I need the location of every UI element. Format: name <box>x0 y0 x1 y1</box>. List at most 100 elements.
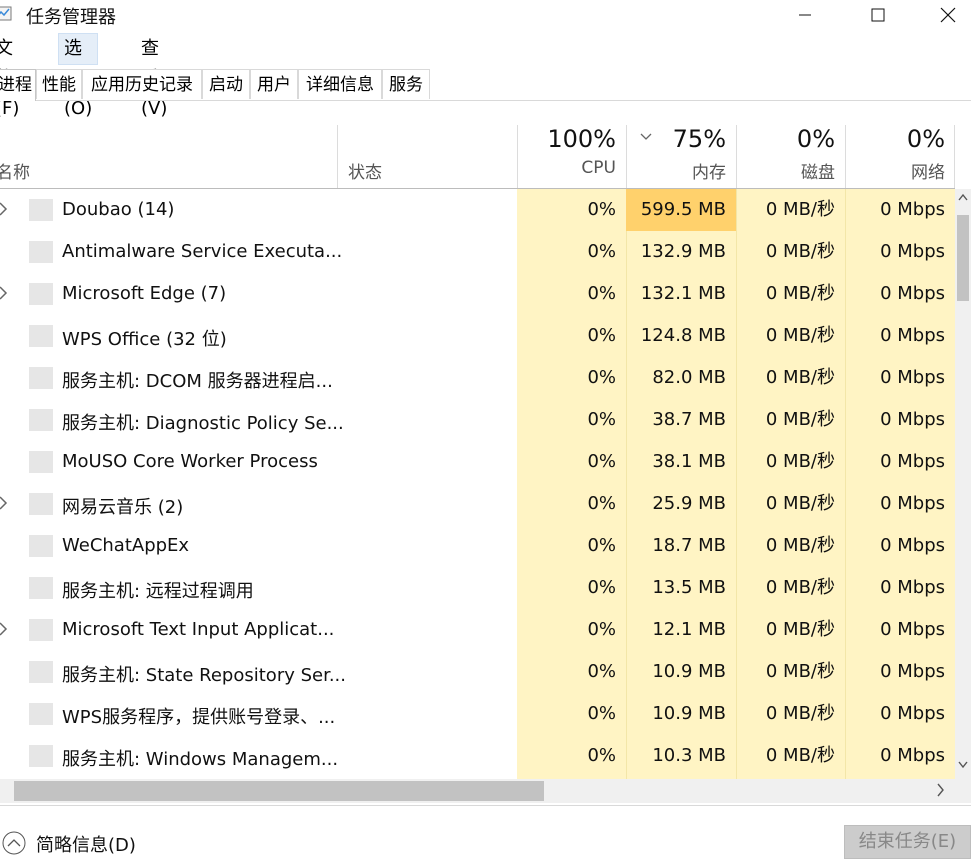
process-row[interactable]: Microsoft Text Input Applicat... 0% 12.1 M… <box>0 609 955 651</box>
process-name: WeChatAppEx <box>62 535 190 556</box>
process-row[interactable]: MoUSO Core Worker Process 0% 38.1 MB 0 MB/秒… <box>0 441 955 483</box>
sort-descending-icon <box>640 133 652 140</box>
tab-services[interactable]: 服务 <box>382 69 430 99</box>
expand-chevron-icon[interactable] <box>0 285 10 301</box>
header-cpu-label: CPU <box>581 158 616 178</box>
header-memory-label: 内存 <box>692 163 726 183</box>
process-row[interactable]: WPS Office (32 位) 0% 124.8 MB 0 MB/秒 0 Mbps <box>0 315 955 357</box>
process-row[interactable]: 网易云音乐 (2) 0% 25.9 MB 0 MB/秒 0 Mbps <box>0 483 955 525</box>
process-row[interactable]: WeChatAppEx 0% 18.7 MB 0 MB/秒 0 Mbps <box>0 525 955 567</box>
process-icon <box>29 703 53 725</box>
memory-value: 13.5 MB <box>652 577 726 598</box>
memory-value: 10.3 MB <box>652 745 726 766</box>
header-name-label: 名称 <box>0 163 30 183</box>
scroll-down-icon[interactable] <box>958 761 968 769</box>
process-name: WPS Office (32 位) <box>62 329 227 350</box>
memory-value: 18.7 MB <box>652 535 726 556</box>
process-icon <box>29 199 53 221</box>
memory-value: 10.9 MB <box>652 661 726 682</box>
cpu-value: 0% <box>587 283 616 304</box>
network-value: 0 Mbps <box>880 745 945 766</box>
header-cpu[interactable]: 100% CPU <box>517 125 626 189</box>
process-icon <box>29 577 53 599</box>
header-disk[interactable]: 0% 磁盘 <box>736 125 845 189</box>
scroll-up-icon[interactable] <box>958 193 968 201</box>
expand-chevron-icon[interactable] <box>0 495 10 511</box>
process-name: WPS服务程序，提供账号登录、... <box>62 707 336 728</box>
disk-value: 0 MB/秒 <box>765 493 835 514</box>
minimize-button[interactable] <box>782 0 828 30</box>
fewer-details-link[interactable]: 简略信息(D) <box>36 831 136 857</box>
menu-file[interactable]: 文件(F) <box>0 34 24 119</box>
memory-value: 25.9 MB <box>652 493 726 514</box>
cpu-value: 0% <box>587 661 616 682</box>
cpu-value: 0% <box>587 325 616 346</box>
header-status[interactable]: 状态 <box>338 125 517 189</box>
cpu-value: 0% <box>587 451 616 472</box>
process-row[interactable]: 服务主机: Windows Managem... 0% 10.3 MB 0 MB/秒 0… <box>0 735 955 777</box>
cpu-value: 0% <box>587 493 616 514</box>
header-network[interactable]: 0% 网络 <box>845 125 955 189</box>
minimize-icon <box>799 14 811 16</box>
disk-value: 0 MB/秒 <box>765 199 835 220</box>
horizontal-scrollbar[interactable] <box>0 779 955 803</box>
process-name: Microsoft Text Input Applicat... <box>62 619 335 640</box>
process-row[interactable]: 服务主机: Diagnostic Policy Se... 0% 38.7 MB 0 … <box>0 399 955 441</box>
process-icon <box>29 241 53 263</box>
network-value: 0 Mbps <box>880 577 945 598</box>
close-button[interactable] <box>925 0 971 30</box>
cpu-value: 0% <box>587 745 616 766</box>
header-disk-label: 磁盘 <box>801 163 835 183</box>
network-value: 0 Mbps <box>880 535 945 556</box>
network-value: 0 Mbps <box>880 619 945 640</box>
network-value: 0 Mbps <box>880 367 945 388</box>
horizontal-scroll-thumb[interactable] <box>14 781 544 801</box>
tab-startup[interactable]: 启动 <box>202 69 250 99</box>
maximize-button[interactable] <box>855 0 901 30</box>
header-network-label: 网络 <box>911 163 945 183</box>
menu-options[interactable]: 选项(O) <box>58 33 99 119</box>
memory-value: 599.5 MB <box>626 189 736 231</box>
header-name[interactable]: 名称 <box>0 125 337 189</box>
disk-value: 0 MB/秒 <box>765 409 835 430</box>
disk-total-percent: 0% <box>796 125 835 153</box>
process-row[interactable]: WPS服务程序，提供账号登录、... 0% 10.9 MB 0 MB/秒 0 Mbps <box>0 693 955 735</box>
tab-processes[interactable]: 进程 <box>0 69 36 101</box>
disk-value: 0 MB/秒 <box>765 241 835 262</box>
process-icon <box>29 535 53 557</box>
disk-value: 0 MB/秒 <box>765 703 835 724</box>
process-row[interactable]: Antimalware Service Executa... 0% 132.9 MB… <box>0 231 955 273</box>
tab-users[interactable]: 用户 <box>250 69 298 99</box>
network-total-percent: 0% <box>906 125 945 153</box>
disk-value: 0 MB/秒 <box>765 661 835 682</box>
process-row[interactable]: 服务主机: DCOM 服务器进程启... 0% 82.0 MB 0 MB/秒 0 Mbp… <box>0 357 955 399</box>
cpu-total-percent: 100% <box>547 125 616 153</box>
scrollbar-corner <box>955 779 971 803</box>
process-row[interactable]: Microsoft Edge (7) 0% 132.1 MB 0 MB/秒 0 Mbps <box>0 273 955 315</box>
process-row[interactable]: Doubao (14) 0% 599.5 MB 0 MB/秒 0 Mbps <box>0 189 955 231</box>
cpu-value: 0% <box>587 703 616 724</box>
vertical-scrollbar[interactable] <box>955 189 971 779</box>
vertical-scroll-thumb[interactable] <box>957 215 969 301</box>
header-memory[interactable]: 75% 内存 <box>626 125 736 189</box>
expand-chevron-icon[interactable] <box>0 201 10 217</box>
network-value: 0 Mbps <box>880 325 945 346</box>
expand-chevron-icon[interactable] <box>0 621 10 637</box>
process-icon <box>29 409 53 431</box>
process-name: Doubao (14) <box>62 199 175 220</box>
tab-performance[interactable]: 性能 <box>36 69 82 99</box>
scroll-right-icon[interactable] <box>937 783 945 797</box>
memory-value: 82.0 MB <box>652 367 726 388</box>
tab-app-history[interactable]: 应用历史记录 <box>82 69 202 99</box>
process-icon <box>29 619 53 641</box>
menu-view[interactable]: 查看(V) <box>136 34 172 119</box>
network-value: 0 Mbps <box>880 409 945 430</box>
process-row[interactable]: 服务主机: 远程过程调用 0% 13.5 MB 0 MB/秒 0 Mbps <box>0 567 955 609</box>
process-row[interactable]: 服务主机: State Repository Ser... 0% 10.9 MB 0 … <box>0 651 955 693</box>
end-task-button[interactable]: 结束任务(E) <box>844 825 971 859</box>
tab-details[interactable]: 详细信息 <box>298 69 382 99</box>
process-name: 服务主机: State Repository Ser... <box>62 665 347 686</box>
cpu-value: 0% <box>587 199 616 220</box>
process-name: 网易云音乐 (2) <box>62 497 184 518</box>
collapse-chevron-icon[interactable] <box>2 829 30 857</box>
